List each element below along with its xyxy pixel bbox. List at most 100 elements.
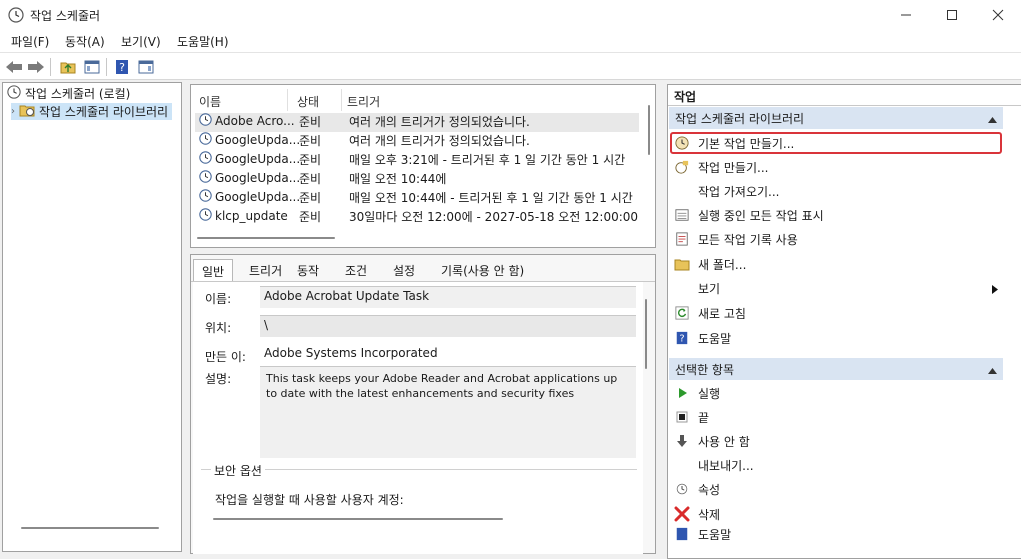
table-row[interactable]: klcp_update 준비 30일마다 오전 12:00에 - 2027-05…: [195, 208, 639, 227]
close-button[interactable]: [975, 0, 1021, 30]
tab-conditions[interactable]: 조건: [337, 259, 375, 281]
disable-action[interactable]: 사용 안 함: [672, 430, 1000, 452]
clock-icon: [7, 85, 21, 102]
arrow-down-icon: [674, 433, 690, 449]
author-field[interactable]: Adobe Systems Incorporated: [260, 344, 636, 366]
table-row[interactable]: GoogleUpda... 준비 매일 오전 10:44에 - 트리거된 후 1…: [195, 189, 639, 208]
arrow-right-icon: [28, 61, 44, 73]
run-action[interactable]: 실행: [672, 382, 1000, 404]
console-tree: 작업 스케줄러 (로컬) › 작업 스케줄러 라이브러리: [2, 82, 182, 552]
help-action-selected[interactable]: 도움말: [672, 527, 1000, 541]
security-options-title: 보안 옵션: [211, 462, 265, 479]
tab-history[interactable]: 기록(사용 안 함): [433, 259, 532, 281]
tree-item-root[interactable]: 작업 스케줄러 (로컬): [7, 85, 130, 102]
column-header-name[interactable]: 이름: [199, 93, 221, 110]
menu-file[interactable]: 파일(F): [11, 33, 49, 50]
history-icon: [674, 231, 690, 247]
delete-x-icon: [674, 506, 690, 522]
action-pane-title: 작업: [674, 90, 697, 104]
tab-actions[interactable]: 동작: [289, 259, 327, 281]
enable-all-tasks-history-action[interactable]: 모든 작업 기록 사용: [672, 228, 1000, 250]
task-clock-icon: [199, 132, 212, 148]
collapse-up-icon[interactable]: [988, 112, 997, 126]
divider: [668, 105, 1021, 106]
blank-icon: [674, 457, 690, 473]
create-task-icon: [674, 159, 690, 175]
basic-task-icon: [674, 135, 690, 151]
title-bar: 작업 스케줄러: [0, 0, 1021, 30]
description-field[interactable]: This task keeps your Adobe Reader and Ac…: [260, 366, 636, 458]
vertical-scrollbar[interactable]: [648, 105, 650, 155]
task-clock-icon: [199, 151, 212, 167]
task-clock-icon: [199, 208, 212, 224]
new-folder-icon: [674, 256, 690, 272]
vertical-scrollbar[interactable]: [645, 299, 647, 369]
menu-help[interactable]: 도움말(H): [177, 33, 229, 50]
help-action[interactable]: ? 도움말: [672, 327, 1000, 349]
import-task-action[interactable]: 작업 가져오기...: [672, 180, 1000, 202]
table-row[interactable]: GoogleUpda... 준비 매일 오전 10:44에: [195, 170, 639, 189]
security-options-group: [201, 469, 637, 549]
export-action[interactable]: 내보내기...: [672, 454, 1000, 476]
table-row[interactable]: GoogleUpda... 준비 매일 오후 3:21에 - 트리거된 후 1 …: [195, 151, 639, 170]
task-clock-icon: [199, 189, 212, 205]
table-row[interactable]: Adobe Acro... 준비 여러 개의 트리거가 정의되었습니다.: [195, 113, 639, 132]
refresh-action[interactable]: 새로 고침: [672, 302, 1000, 324]
help-button[interactable]: ?: [112, 57, 132, 77]
section-header-library[interactable]: 작업 스케줄러 라이브러리: [669, 107, 1003, 129]
task-properties: 일반 트리거 동작 조건 설정 기록(사용 안 함) 이름: Adobe Acr…: [190, 254, 656, 554]
section-header-selected-item[interactable]: 선택한 항목: [669, 358, 1003, 380]
tab-settings[interactable]: 설정: [385, 259, 423, 281]
blank-icon: [674, 280, 690, 296]
location-label: 위치:: [205, 321, 232, 335]
show-hide-console-tree-button[interactable]: [82, 57, 102, 77]
delete-action[interactable]: 삭제: [672, 503, 1000, 525]
display-running-tasks-action[interactable]: 실행 중인 모든 작업 표시: [672, 204, 1000, 226]
horizontal-scrollbar[interactable]: [197, 237, 335, 239]
toolbar-separator: [106, 58, 107, 76]
create-task-action[interactable]: 작업 만들기...: [672, 156, 1000, 178]
arrow-left-icon: [6, 61, 22, 73]
console-tree-icon: [84, 60, 100, 74]
create-basic-task-action[interactable]: 기본 작업 만들기...: [670, 132, 1002, 154]
help-icon: ?: [116, 60, 128, 74]
forward-button[interactable]: [26, 57, 46, 77]
collapse-up-icon[interactable]: [988, 363, 997, 377]
column-divider: [287, 89, 288, 111]
table-row[interactable]: GoogleUpda... 준비 여러 개의 트리거가 정의되었습니다.: [195, 132, 639, 151]
toolbar-separator: [50, 58, 51, 76]
back-button[interactable]: [4, 57, 24, 77]
menu-bar: 파일(F) 동작(A) 보기(V) 도움말(H): [0, 30, 1021, 52]
help-icon: ?: [674, 330, 690, 346]
window-title: 작업 스케줄러: [30, 9, 101, 23]
submenu-arrow-icon: [992, 283, 998, 297]
horizontal-scrollbar[interactable]: [213, 518, 503, 520]
column-header-status[interactable]: 상태: [297, 93, 319, 110]
up-folder-button[interactable]: [58, 57, 78, 77]
tree-item-library[interactable]: › 작업 스케줄러 라이브러리: [11, 103, 173, 120]
clock-icon: [8, 7, 24, 23]
chevron-right-icon[interactable]: ›: [11, 106, 15, 117]
minimize-button[interactable]: [883, 0, 929, 30]
menu-action[interactable]: 동작(A): [65, 33, 105, 50]
maximize-button[interactable]: [929, 0, 975, 30]
task-clock-icon: [199, 170, 212, 186]
new-folder-action[interactable]: 새 폴더...: [672, 253, 1000, 275]
view-submenu-action[interactable]: 보기: [672, 277, 1000, 299]
folder-clock-icon: [19, 103, 35, 120]
location-field[interactable]: \: [260, 315, 636, 337]
properties-clock-icon: [674, 481, 690, 497]
author-label: 만든 이:: [205, 350, 246, 364]
column-header-trigger[interactable]: 트리거: [347, 93, 380, 110]
help-icon: [674, 527, 690, 541]
show-hide-action-pane-button[interactable]: [136, 57, 156, 77]
menu-view[interactable]: 보기(V): [121, 33, 161, 50]
tab-general[interactable]: 일반: [193, 259, 234, 281]
security-account-label: 작업을 실행할 때 사용할 사용자 계정:: [215, 493, 404, 507]
name-field[interactable]: Adobe Acrobat Update Task: [260, 286, 636, 308]
properties-action[interactable]: 속성: [672, 478, 1000, 500]
stop-icon: [674, 409, 690, 425]
tab-triggers[interactable]: 트리거: [241, 259, 290, 281]
end-action[interactable]: 끝: [672, 406, 1000, 428]
horizontal-scrollbar[interactable]: [21, 527, 159, 529]
